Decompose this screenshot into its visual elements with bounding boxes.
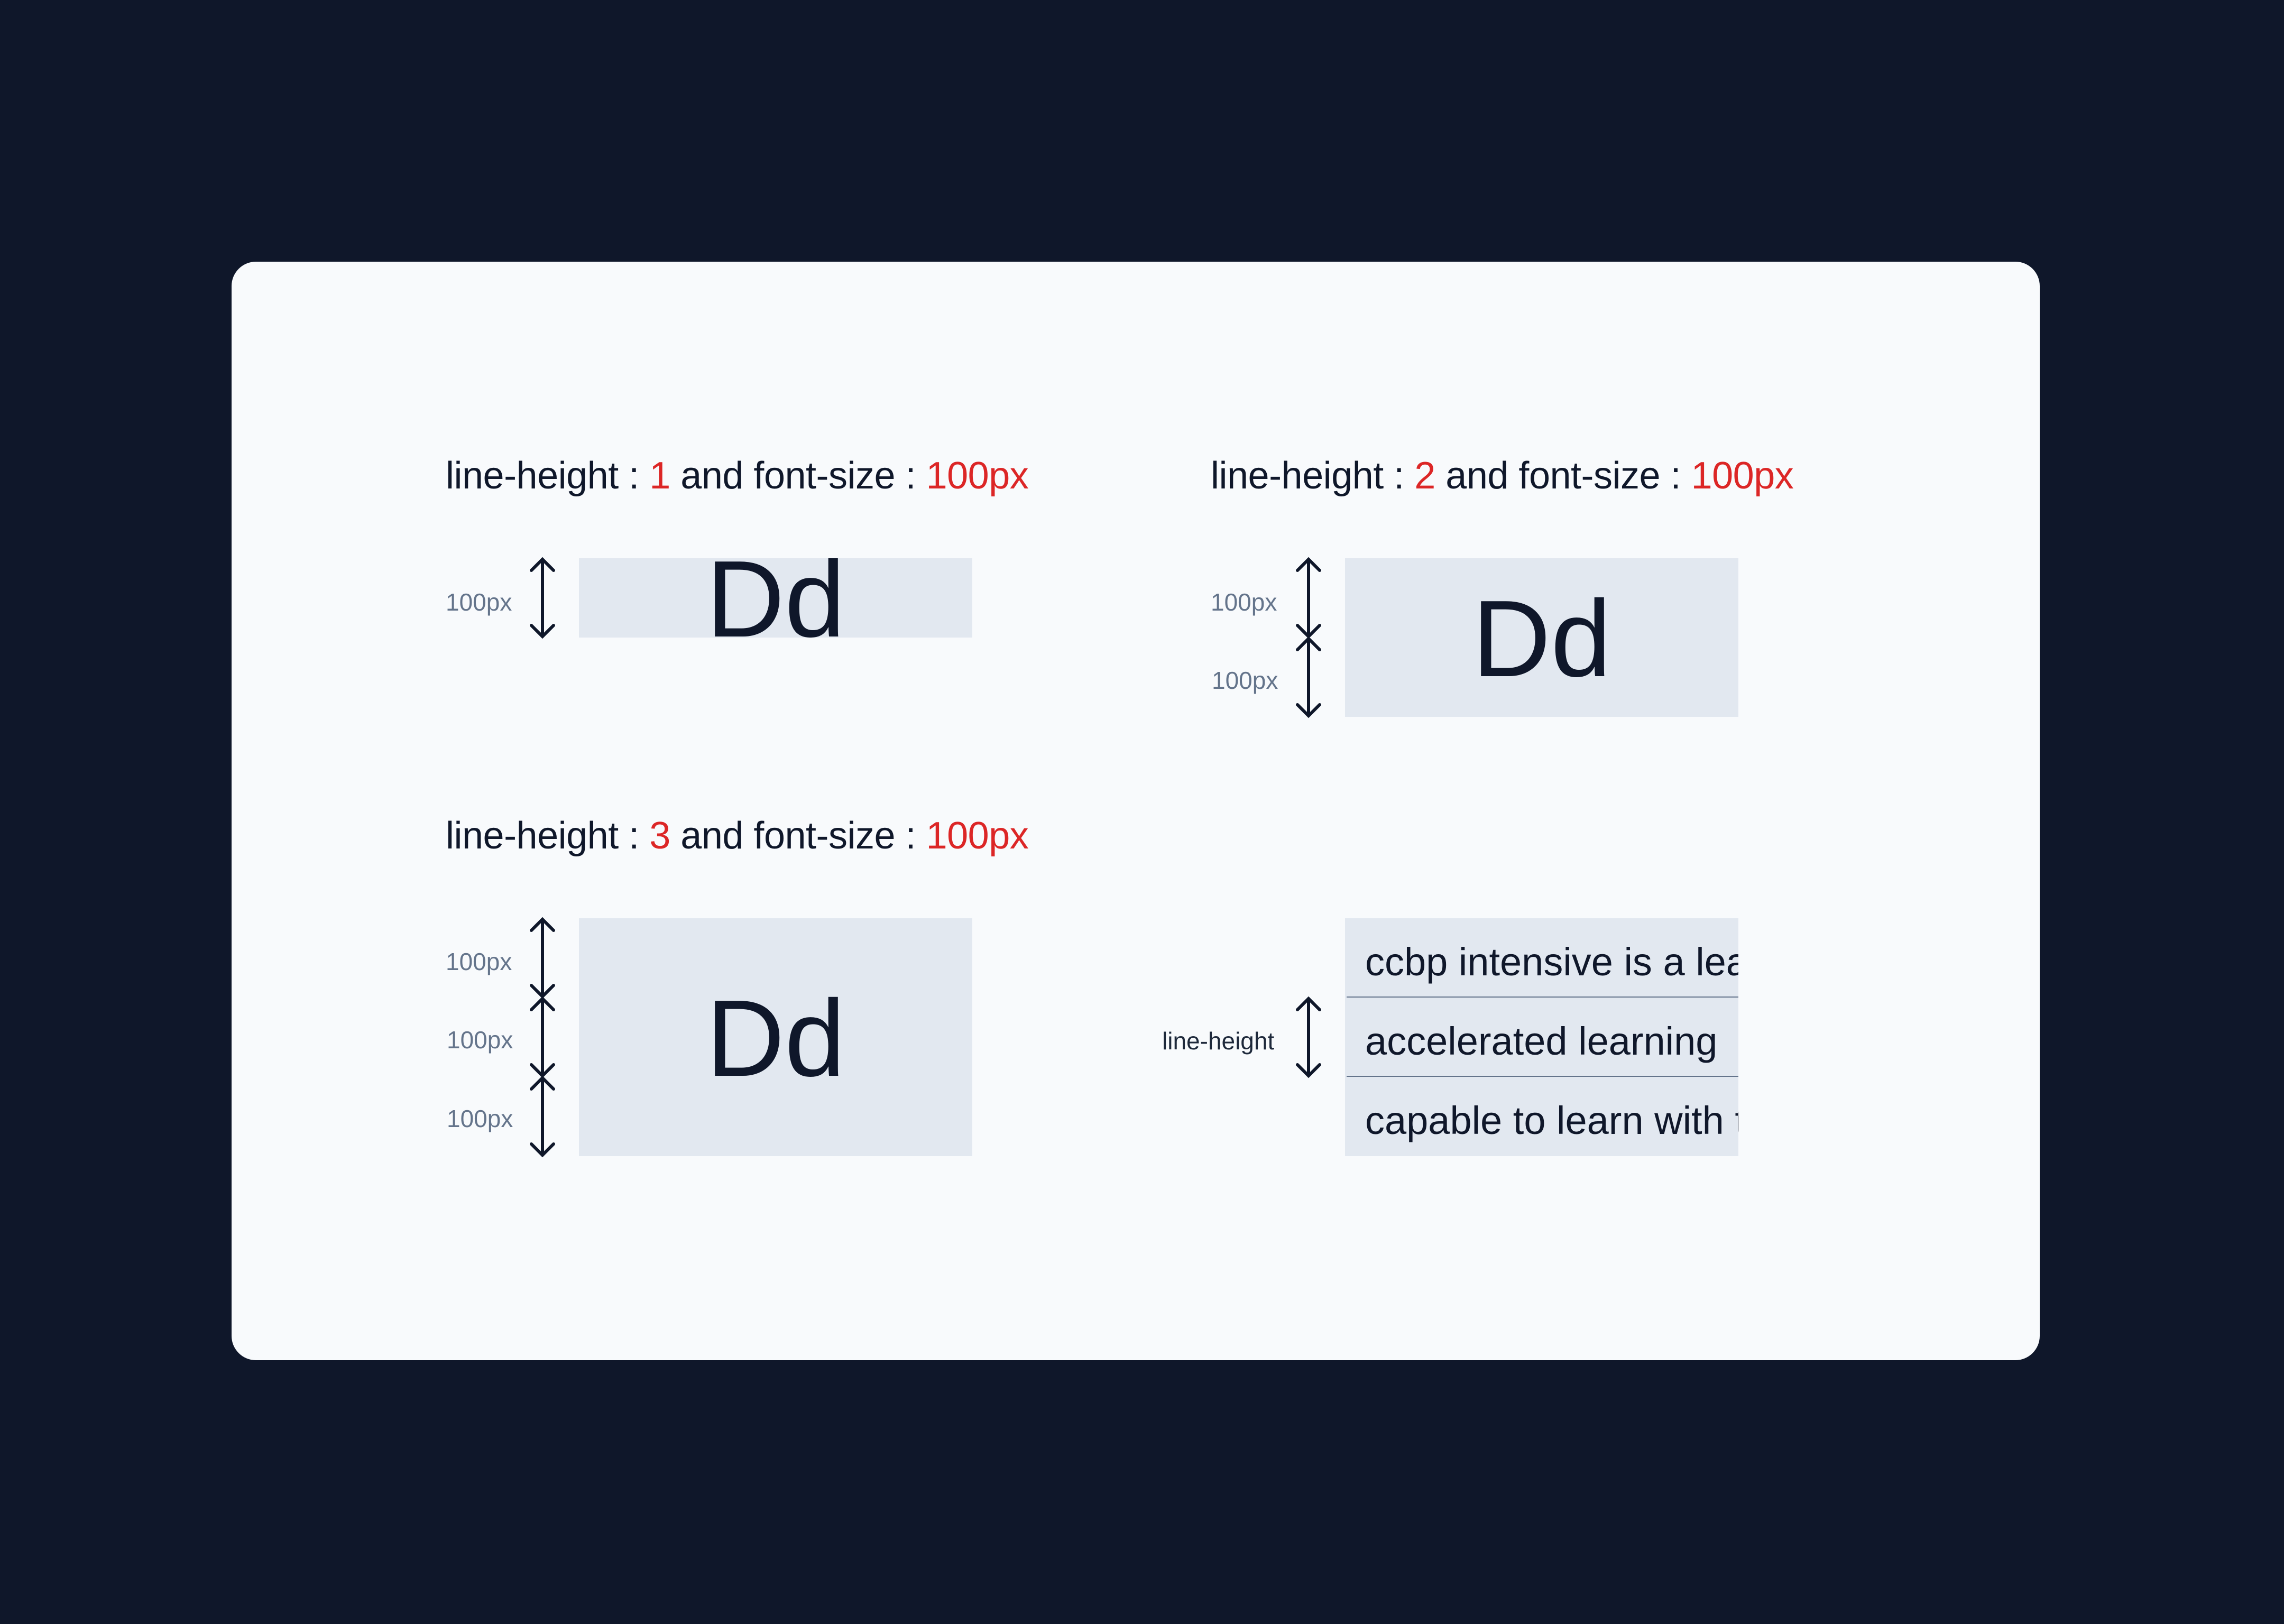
paragraph-line: accelerated learning: [1365, 1019, 1718, 1063]
line-height-label: line-height: [1162, 1027, 1275, 1055]
title-middle: and font-size :: [670, 815, 926, 857]
line-height-value: 2: [1414, 455, 1435, 497]
stacked-double-arrow-icon: [1296, 557, 1321, 718]
dimension-label: 100px: [446, 588, 512, 616]
sample-box-line-height-3: Dd: [579, 918, 972, 1156]
sample-text: Dd: [706, 977, 845, 1099]
line-divider: [1347, 1076, 1738, 1077]
dimension-label: 100px: [1212, 667, 1278, 694]
dimension-label: 100px: [447, 1026, 513, 1054]
font-size-value: 100px: [1691, 455, 1794, 497]
sample-text: Dd: [1472, 578, 1611, 699]
example-3-title: line-height : 3 and font-size : 100px: [446, 815, 1029, 857]
title-prefix: line-height :: [446, 815, 650, 857]
sample-box-line-height-1: Dd: [579, 558, 972, 638]
dimension-label: 100px: [1211, 588, 1277, 616]
font-size-value: 100px: [926, 815, 1029, 857]
title-middle: and font-size :: [1435, 455, 1691, 497]
paragraph-line: capable to learn with t: [1365, 1099, 1738, 1142]
line-divider: [1347, 996, 1738, 998]
dimension-label: 100px: [446, 948, 512, 975]
paragraph-line: ccbp intensive is a lea: [1365, 940, 1738, 984]
double-arrow-icon: [1296, 996, 1321, 1078]
paragraph-box: ccbp intensive is a lea accelerated lear…: [1345, 918, 1738, 1156]
font-size-value: 100px: [926, 455, 1029, 497]
line-height-value: 1: [649, 455, 670, 497]
title-prefix: line-height :: [446, 455, 650, 497]
title-prefix: line-height :: [1211, 455, 1415, 497]
title-middle: and font-size :: [670, 455, 926, 497]
line-height-value: 3: [649, 815, 670, 857]
example-2-title: line-height : 2 and font-size : 100px: [1211, 455, 1794, 497]
example-1-title: line-height : 1 and font-size : 100px: [446, 455, 1029, 497]
sample-box-line-height-2: Dd: [1345, 558, 1738, 717]
stacked-double-arrow-icon: [530, 917, 555, 1158]
dimension-label: 100px: [447, 1105, 513, 1132]
double-arrow-icon: [530, 557, 555, 639]
diagram-card: [232, 262, 2040, 1360]
sample-text: Dd: [706, 558, 845, 638]
